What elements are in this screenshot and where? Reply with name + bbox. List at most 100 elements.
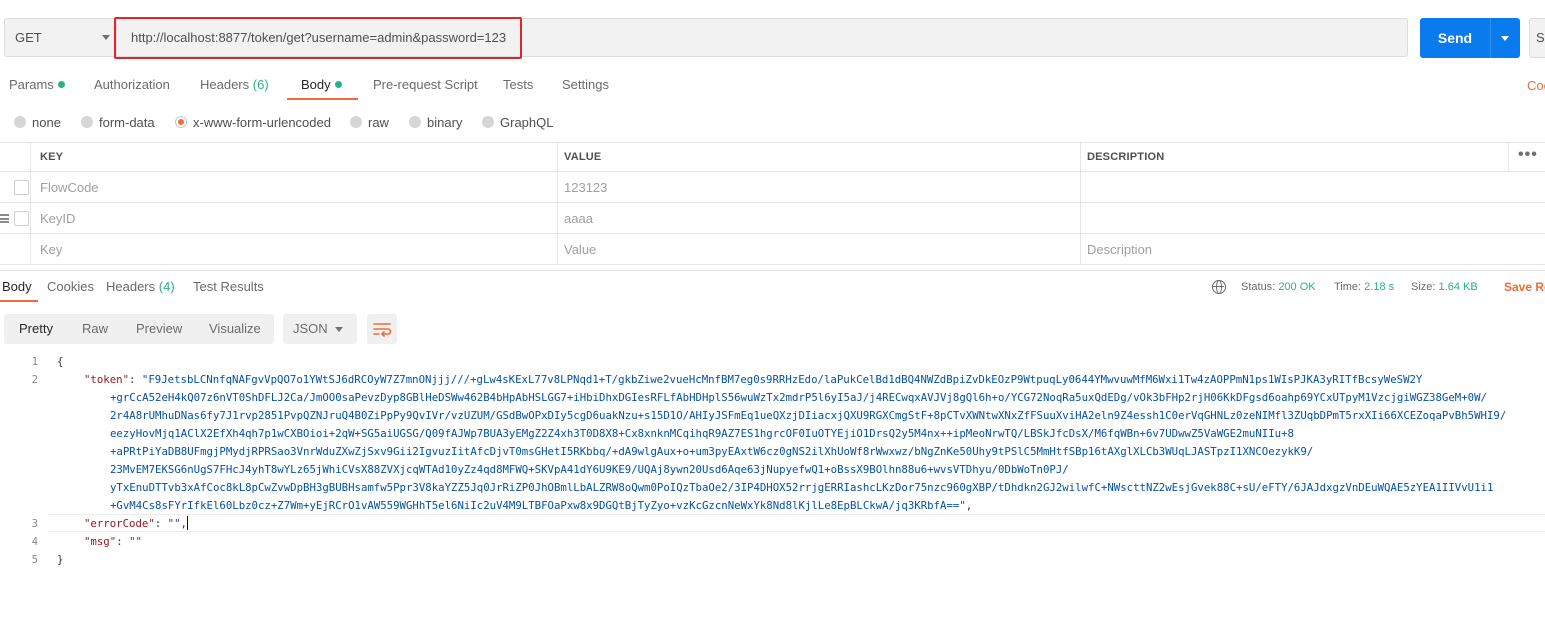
text-cursor [186, 516, 188, 530]
radio-none-label: none [32, 114, 61, 130]
line-number: 1 [31, 355, 38, 368]
json-token-continuation: +aPRtPiYaDB8UFmgjPMydjRPRSao3VnrWduZXwZj… [110, 445, 1314, 458]
format-value: JSON [293, 321, 328, 336]
json-token-tail: +GvM4Cs8sFYrIfkEl60Lbz0cz+Z7Wm+yEjRCrO1v… [110, 499, 966, 512]
table-row: KeyID aaaa [0, 203, 1545, 234]
tab-settings[interactable]: Settings [562, 72, 609, 100]
radio-raw-label: raw [368, 114, 389, 130]
tab-params[interactable]: Params [9, 72, 65, 100]
tab-headers[interactable]: Headers (6) [200, 72, 269, 100]
time-label: Time: [1334, 281, 1362, 293]
json-token-line: "token": "F9JetsbLCNnfqNAFgvVpQO7o1YWtSJ… [84, 373, 1423, 386]
radio-circle [14, 116, 26, 128]
json-token-key: "token" [84, 373, 130, 386]
view-preview-button[interactable]: Preview [136, 314, 182, 344]
send-button[interactable]: Send [1420, 18, 1520, 58]
new-value-input[interactable]: Value [564, 234, 596, 264]
send-options-button[interactable] [1490, 18, 1520, 58]
tab-tests[interactable]: Tests [503, 72, 533, 100]
json-token-continuation: 2r4A8rUMhuDNas6fy7J1rvp2851PvpQZNJruQ4B0… [110, 409, 1507, 422]
radio-urlencoded-label: x-www-form-urlencoded [193, 114, 331, 130]
view-mode-bar: Pretty Raw Preview Visualize [4, 314, 274, 344]
view-raw-button[interactable]: Raw [82, 314, 108, 344]
new-description-input[interactable]: Description [1087, 234, 1152, 264]
column-divider [1508, 142, 1509, 172]
size-readout: Size: 1.64 KB [1411, 281, 1478, 293]
radio-x-www-form-urlencoded[interactable]: x-www-form-urlencoded [175, 110, 331, 134]
new-key-input[interactable]: Key [40, 234, 62, 264]
json-token-continuation: yTxEnuDTTvb3xAfCoc8kL8pCwZvwDpBH3gBUBHsa… [110, 481, 1494, 494]
column-divider [30, 142, 31, 265]
row-key[interactable]: KeyID [40, 203, 75, 233]
save-response-button[interactable]: Save Re [1504, 280, 1545, 294]
json-token-continuation: 23MvEM7EKSG6nUgS7FHcJ4yhT8wYLz65jWhiCVsX… [110, 463, 1069, 476]
header-description: DESCRIPTION [1087, 151, 1165, 163]
radio-circle [482, 116, 494, 128]
code-link[interactable]: Coo [1527, 78, 1545, 93]
tab-authorization[interactable]: Authorization [94, 72, 170, 100]
tab-prerequest-script[interactable]: Pre-request Script [373, 72, 478, 100]
request-bar: GET http://localhost:8877/token/get?user… [4, 18, 1408, 57]
globe-icon[interactable] [1212, 280, 1226, 294]
wrap-lines-icon [373, 323, 392, 337]
radio-circle [350, 116, 362, 128]
more-options-icon[interactable]: ••• [1518, 147, 1538, 163]
header-key: KEY [40, 151, 64, 163]
json-msg-value: "" [129, 535, 142, 548]
format-select[interactable]: JSON [283, 314, 357, 344]
radio-raw[interactable]: raw [350, 110, 389, 134]
view-pretty-button[interactable]: Pretty [19, 314, 53, 344]
tab-params-label: Params [9, 77, 54, 92]
chevron-down-icon [102, 35, 110, 40]
response-tab-underline [0, 300, 38, 302]
radio-none[interactable]: none [14, 110, 61, 134]
json-errorcode-key: "errorCode" [84, 517, 155, 530]
response-tab-cookies[interactable]: Cookies [47, 279, 94, 301]
status-readout: Status: 200 OK [1241, 281, 1316, 293]
json-errorcode-value: "" [167, 517, 181, 530]
response-tab-body[interactable]: Body [2, 279, 32, 301]
view-visualize-button[interactable]: Visualize [209, 314, 261, 344]
table-header-row: KEY VALUE DESCRIPTION ••• [0, 142, 1545, 172]
line-number: 5 [31, 553, 38, 566]
response-tab-test-results[interactable]: Test Results [193, 279, 264, 301]
response-divider [0, 270, 1545, 271]
send-label: Send [1437, 30, 1473, 46]
params-active-dot [57, 81, 65, 88]
radio-binary[interactable]: binary [409, 110, 462, 134]
tab-body[interactable]: Body [301, 72, 342, 100]
tab-body-label: Body [301, 77, 331, 92]
radio-circle-selected [175, 116, 187, 128]
header-value: VALUE [564, 151, 602, 163]
size-value: 1.64 KB [1438, 281, 1478, 293]
radio-binary-label: binary [427, 114, 463, 130]
row-checkbox[interactable] [14, 180, 29, 195]
method-select[interactable]: GET [5, 19, 117, 56]
line-number: 2 [31, 373, 38, 386]
url-input[interactable]: http://localhost:8877/token/get?username… [131, 19, 506, 56]
method-value: GET [15, 30, 42, 45]
row-value[interactable]: aaaa [564, 203, 593, 233]
row-key[interactable]: FlowCode [40, 172, 99, 202]
radio-graphql[interactable]: GraphQL [482, 110, 553, 134]
json-token-continuation: eezyHovMjq1AClX2EfXh4qh7p1wCXBOioi+2qW+S… [110, 427, 1294, 440]
time-readout: Time: 2.18 s [1334, 281, 1394, 293]
tab-headers-label: Headers [200, 77, 250, 92]
json-errorcode-line: "errorCode": "", [84, 516, 188, 530]
save-button[interactable]: S [1529, 18, 1545, 58]
radio-graphql-label: GraphQL [500, 114, 554, 130]
column-divider [557, 142, 558, 265]
wrap-lines-button[interactable] [367, 314, 397, 344]
current-line-highlight [48, 514, 1545, 532]
chevron-down-icon [335, 327, 343, 332]
row-value[interactable]: 123123 [564, 172, 607, 202]
row-checkbox[interactable] [14, 211, 29, 226]
radio-circle [81, 116, 93, 128]
response-tab-headers[interactable]: Headers (4) [106, 279, 175, 301]
radio-circle [409, 116, 421, 128]
json-msg-line: "msg": "" [84, 535, 142, 548]
radio-form-data[interactable]: form-data [81, 110, 155, 134]
drag-handle-icon[interactable] [0, 214, 9, 223]
body-active-dot [334, 81, 342, 88]
status-value: 200 OK [1278, 281, 1316, 293]
